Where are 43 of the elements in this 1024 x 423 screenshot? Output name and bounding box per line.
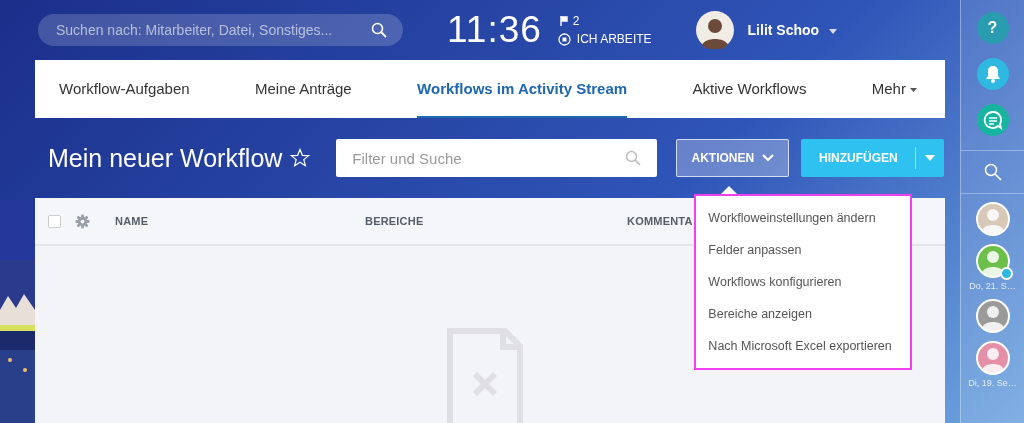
- caret-icon: [829, 28, 837, 34]
- menu-item[interactable]: Felder anpassen: [696, 234, 911, 266]
- menu-item[interactable]: Workflows konfigurieren: [696, 266, 911, 298]
- column-header[interactable]: NAME: [115, 215, 365, 227]
- select-all-checkbox[interactable]: [48, 214, 61, 228]
- caret-icon: [909, 87, 917, 92]
- avatar[interactable]: [695, 11, 734, 49]
- star-icon[interactable]: [290, 148, 311, 168]
- user-menu-button[interactable]: Lilit Schoo: [747, 22, 837, 38]
- search-icon: [371, 22, 387, 38]
- menu-item[interactable]: Nach Microsoft Excel exportieren: [696, 330, 911, 362]
- clock-time: 11:36: [447, 9, 542, 51]
- chat-icon: [982, 110, 1003, 130]
- search-icon[interactable]: [983, 163, 1002, 181]
- column-header[interactable]: BEREICHE: [365, 215, 627, 227]
- notifications-button[interactable]: [976, 58, 1009, 90]
- contact-avatar[interactable]: [975, 202, 1010, 236]
- page-title: Mein neuer Workflow: [48, 143, 283, 173]
- filter-field[interactable]: Filter und Suche: [336, 139, 658, 177]
- flag-icon: [559, 16, 568, 26]
- tab[interactable]: Workflow-Aufgaben: [59, 60, 190, 118]
- chevron-icon: [762, 154, 775, 162]
- chat-button[interactable]: [976, 104, 1009, 136]
- tab[interactable]: Workflows im Activity Stream: [417, 60, 628, 118]
- caret-icon: [925, 155, 936, 161]
- settings-icon[interactable]: [75, 213, 90, 229]
- menu-item[interactable]: Bereiche anzeigen: [696, 298, 911, 330]
- work-status-button[interactable]: ICH ARBEITE: [557, 32, 652, 46]
- search-icon: [625, 150, 642, 166]
- column-header[interactable]: KOMMENTA: [627, 215, 693, 227]
- actions-button[interactable]: AKTIONEN: [676, 139, 790, 177]
- bell-icon: [984, 65, 1001, 83]
- contact-date: Do, 21. S…: [969, 281, 1016, 291]
- tab[interactable]: Meine Anträge: [255, 60, 352, 118]
- contact-avatar[interactable]: [975, 341, 1010, 375]
- contact-avatar[interactable]: [975, 244, 1010, 278]
- flag-count: 2: [572, 14, 580, 28]
- tab[interactable]: Aktive Workflows: [692, 60, 807, 118]
- stop-icon: [557, 32, 571, 46]
- menu-item[interactable]: Workfloweinstellungen ändern: [696, 202, 911, 234]
- contact-avatar[interactable]: [975, 299, 1010, 333]
- contact-date: Di, 19. Se…: [968, 378, 1017, 388]
- more-tab[interactable]: Mehr: [871, 60, 917, 118]
